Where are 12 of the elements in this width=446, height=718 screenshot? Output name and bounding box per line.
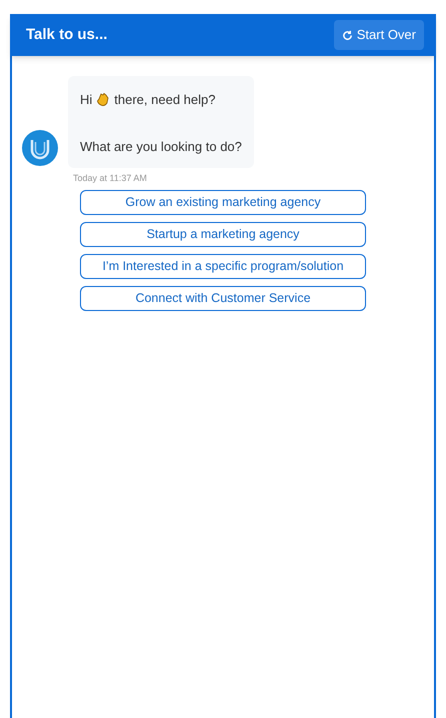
refresh-icon (342, 30, 353, 40)
option-button[interactable]: I’m Interested in a specific program/solution (80, 254, 366, 278)
message-time: Today at 11:37 AM (73, 172, 148, 185)
message-text: there, need help? (114, 91, 216, 109)
option-button[interactable]: Connect with Customer Service (80, 286, 366, 310)
option-button[interactable]: Grow an existing marketing agency (80, 190, 366, 214)
chat-title: Talk to us... (26, 24, 108, 45)
message-text: What are you looking to do? (80, 138, 242, 156)
bot-avatar-icon (22, 130, 58, 166)
start-over-button[interactable]: Start Over (334, 20, 424, 50)
message-text: Hi (80, 91, 92, 109)
option-button[interactable]: Startup a marketing agency (80, 222, 366, 246)
